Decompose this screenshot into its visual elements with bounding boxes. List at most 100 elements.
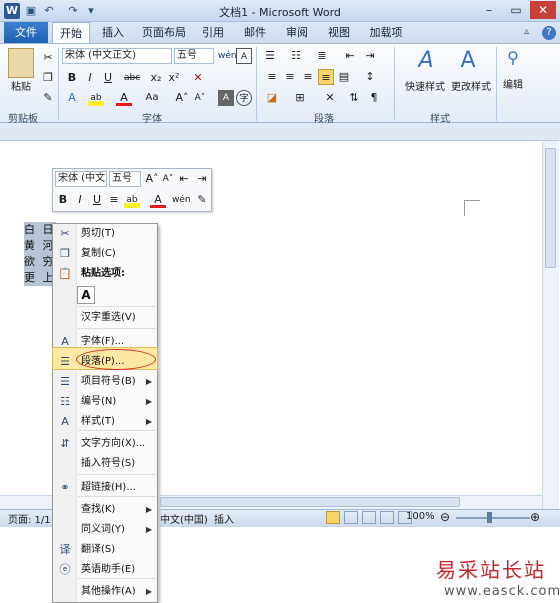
font-name-combo[interactable]: 宋体 (中文正文)	[62, 48, 172, 64]
line-spacing-icon[interactable]: ↕	[362, 69, 378, 85]
context-menu-item[interactable]: 同义词(Y) ▶	[53, 520, 157, 540]
context-menu-item[interactable]: ⇵ 文字方向(X)...	[53, 434, 157, 454]
language-indicator[interactable]: 中文(中国)	[160, 511, 208, 526]
close-button[interactable]: ✕	[530, 1, 556, 19]
justify-icon[interactable]: ≡	[318, 69, 334, 85]
context-menu-item[interactable]: 查找(K) ▶	[53, 500, 157, 520]
zoom-level[interactable]: 100%	[406, 511, 435, 522]
tab-addins[interactable]: 加载项	[364, 22, 408, 44]
context-menu-item[interactable]: A	[53, 286, 157, 306]
show-marks-icon[interactable]: ¶	[366, 90, 382, 106]
mini-phonetic-icon[interactable]: wén	[172, 192, 191, 208]
increase-indent-icon[interactable]: ⇥	[362, 48, 378, 64]
mini-highlight-icon[interactable]: ab	[124, 192, 140, 208]
mini-decrease-indent-icon[interactable]: ⇤	[176, 171, 192, 187]
tab-references[interactable]: 引用	[196, 22, 230, 44]
vertical-scroll-thumb[interactable]	[545, 148, 556, 268]
grow-font-icon[interactable]: A˄	[174, 90, 190, 106]
zoom-out-icon[interactable]: ⊖	[440, 510, 450, 524]
context-menu-item[interactable]: A 样式(T) ▶	[53, 412, 157, 432]
context-menu-item[interactable]: 📋 粘贴选项:	[53, 264, 157, 284]
zoom-in-icon[interactable]: ⊕	[530, 510, 540, 524]
tab-home[interactable]: 开始	[52, 22, 90, 44]
bold-icon[interactable]: B	[64, 70, 80, 86]
align-left-icon[interactable]: ≡	[264, 69, 280, 85]
font-color-icon[interactable]: A	[116, 90, 132, 106]
tab-mailings[interactable]: 邮件	[238, 22, 272, 44]
paste-button[interactable]: 粘贴	[4, 78, 38, 93]
bullets-icon[interactable]: ☰	[262, 48, 278, 64]
copy-icon[interactable]: ❐	[40, 70, 56, 86]
quick-styles-icon[interactable]: A	[414, 48, 438, 74]
context-menu-item[interactable]: 其他操作(A) ▶	[53, 582, 157, 602]
paste-icon[interactable]	[8, 48, 34, 78]
underline-icon[interactable]: U	[100, 70, 116, 86]
tab-review[interactable]: 审阅	[280, 22, 314, 44]
tab-page-layout[interactable]: 页面布局	[136, 22, 192, 44]
mini-shrink-font-icon[interactable]: A˅	[160, 171, 176, 187]
quick-styles-button[interactable]: 快速样式	[402, 78, 448, 93]
context-menu-item[interactable]: ⚭ 超链接(H)...	[53, 478, 157, 498]
context-menu-item[interactable]: ☰ 项目符号(B) ▶	[53, 372, 157, 392]
mini-bold-icon[interactable]: B	[55, 192, 71, 208]
strikethrough-icon[interactable]: abc	[124, 70, 140, 86]
context-menu-item[interactable]: 汉字重选(V)	[53, 308, 157, 328]
context-menu-item[interactable]: ✂ 剪切(T)	[53, 224, 157, 244]
shrink-font-icon[interactable]: A˅	[192, 90, 208, 106]
horizontal-scroll-thumb[interactable]	[160, 497, 460, 507]
maximize-button[interactable]: ▭	[503, 1, 529, 19]
help-icon[interactable]: ?	[542, 26, 556, 40]
mini-increase-indent-icon[interactable]: ⇥	[194, 171, 210, 187]
align-right-icon[interactable]: ≡	[300, 69, 316, 85]
binoculars-icon[interactable]: ⚲	[502, 48, 524, 72]
superscript-icon[interactable]: x²	[166, 70, 182, 86]
insert-mode-indicator[interactable]: 插入	[214, 511, 234, 526]
context-menu-item[interactable]: ⓔ 英语助手(E)	[53, 560, 157, 580]
mini-font-combo[interactable]: 宋体 (中文	[55, 171, 107, 187]
change-styles-icon[interactable]: A	[456, 48, 480, 74]
tab-insert[interactable]: 插入	[96, 22, 130, 44]
borders-icon[interactable]: ⊞	[292, 90, 308, 106]
mini-format-painter-icon[interactable]: ✎	[194, 192, 210, 208]
mini-center-icon[interactable]: ≡	[106, 192, 122, 208]
change-case-icon[interactable]: Aa	[144, 90, 160, 106]
editing-button[interactable]: 编辑	[498, 76, 528, 91]
minimize-button[interactable]: –	[476, 1, 502, 19]
context-menu-item[interactable]: ❐ 复制(C)	[53, 244, 157, 264]
character-shading-icon[interactable]: A	[218, 90, 234, 106]
cut-icon[interactable]: ✂	[40, 50, 56, 66]
highlight-icon[interactable]: ab	[88, 90, 104, 106]
page-indicator[interactable]: 页面: 1/1	[8, 511, 51, 526]
print-layout-icon[interactable]	[326, 511, 340, 524]
mini-underline-icon[interactable]: U	[89, 192, 105, 208]
italic-icon[interactable]: I	[82, 70, 98, 86]
clear-formatting-icon[interactable]: ✕	[190, 70, 206, 86]
text-effects-icon[interactable]: A	[64, 90, 80, 106]
outline-icon[interactable]	[380, 511, 394, 524]
font-size-combo[interactable]: 五号	[174, 48, 214, 64]
format-painter-icon[interactable]: ✎	[40, 90, 56, 106]
phonetic-guide-icon[interactable]: wén	[218, 48, 237, 64]
align-center-icon[interactable]: ≡	[282, 69, 298, 85]
minimize-ribbon-icon[interactable]: ▵	[524, 26, 538, 40]
tab-view[interactable]: 视图	[322, 22, 356, 44]
mini-italic-icon[interactable]: I	[72, 192, 88, 208]
numbering-icon[interactable]: ☷	[288, 48, 304, 64]
subscript-icon[interactable]: x₂	[148, 70, 164, 86]
enclose-characters-icon[interactable]: 字	[236, 90, 252, 106]
context-menu-item[interactable]: 插入符号(S)	[53, 454, 157, 474]
mini-grow-font-icon[interactable]: A˄	[144, 171, 160, 187]
zoom-slider[interactable]	[456, 517, 530, 519]
context-menu-item[interactable]: ☷ 编号(N) ▶	[53, 392, 157, 412]
decrease-indent-icon[interactable]: ⇤	[342, 48, 358, 64]
sort-icon[interactable]: ⇅	[346, 90, 362, 106]
chinese-layout-icon[interactable]: ✕	[322, 90, 338, 106]
web-layout-icon[interactable]	[362, 511, 376, 524]
mini-font-color-icon[interactable]: A	[150, 192, 166, 208]
distributed-icon[interactable]: ▤	[336, 69, 352, 85]
shading-icon[interactable]: ◪	[264, 90, 280, 106]
tab-file[interactable]: 文件	[4, 22, 48, 44]
multilevel-list-icon[interactable]: ≣	[314, 48, 330, 64]
context-menu-item[interactable]: 译翻译(S)	[53, 540, 157, 560]
mini-size-combo[interactable]: 五号	[109, 171, 141, 187]
